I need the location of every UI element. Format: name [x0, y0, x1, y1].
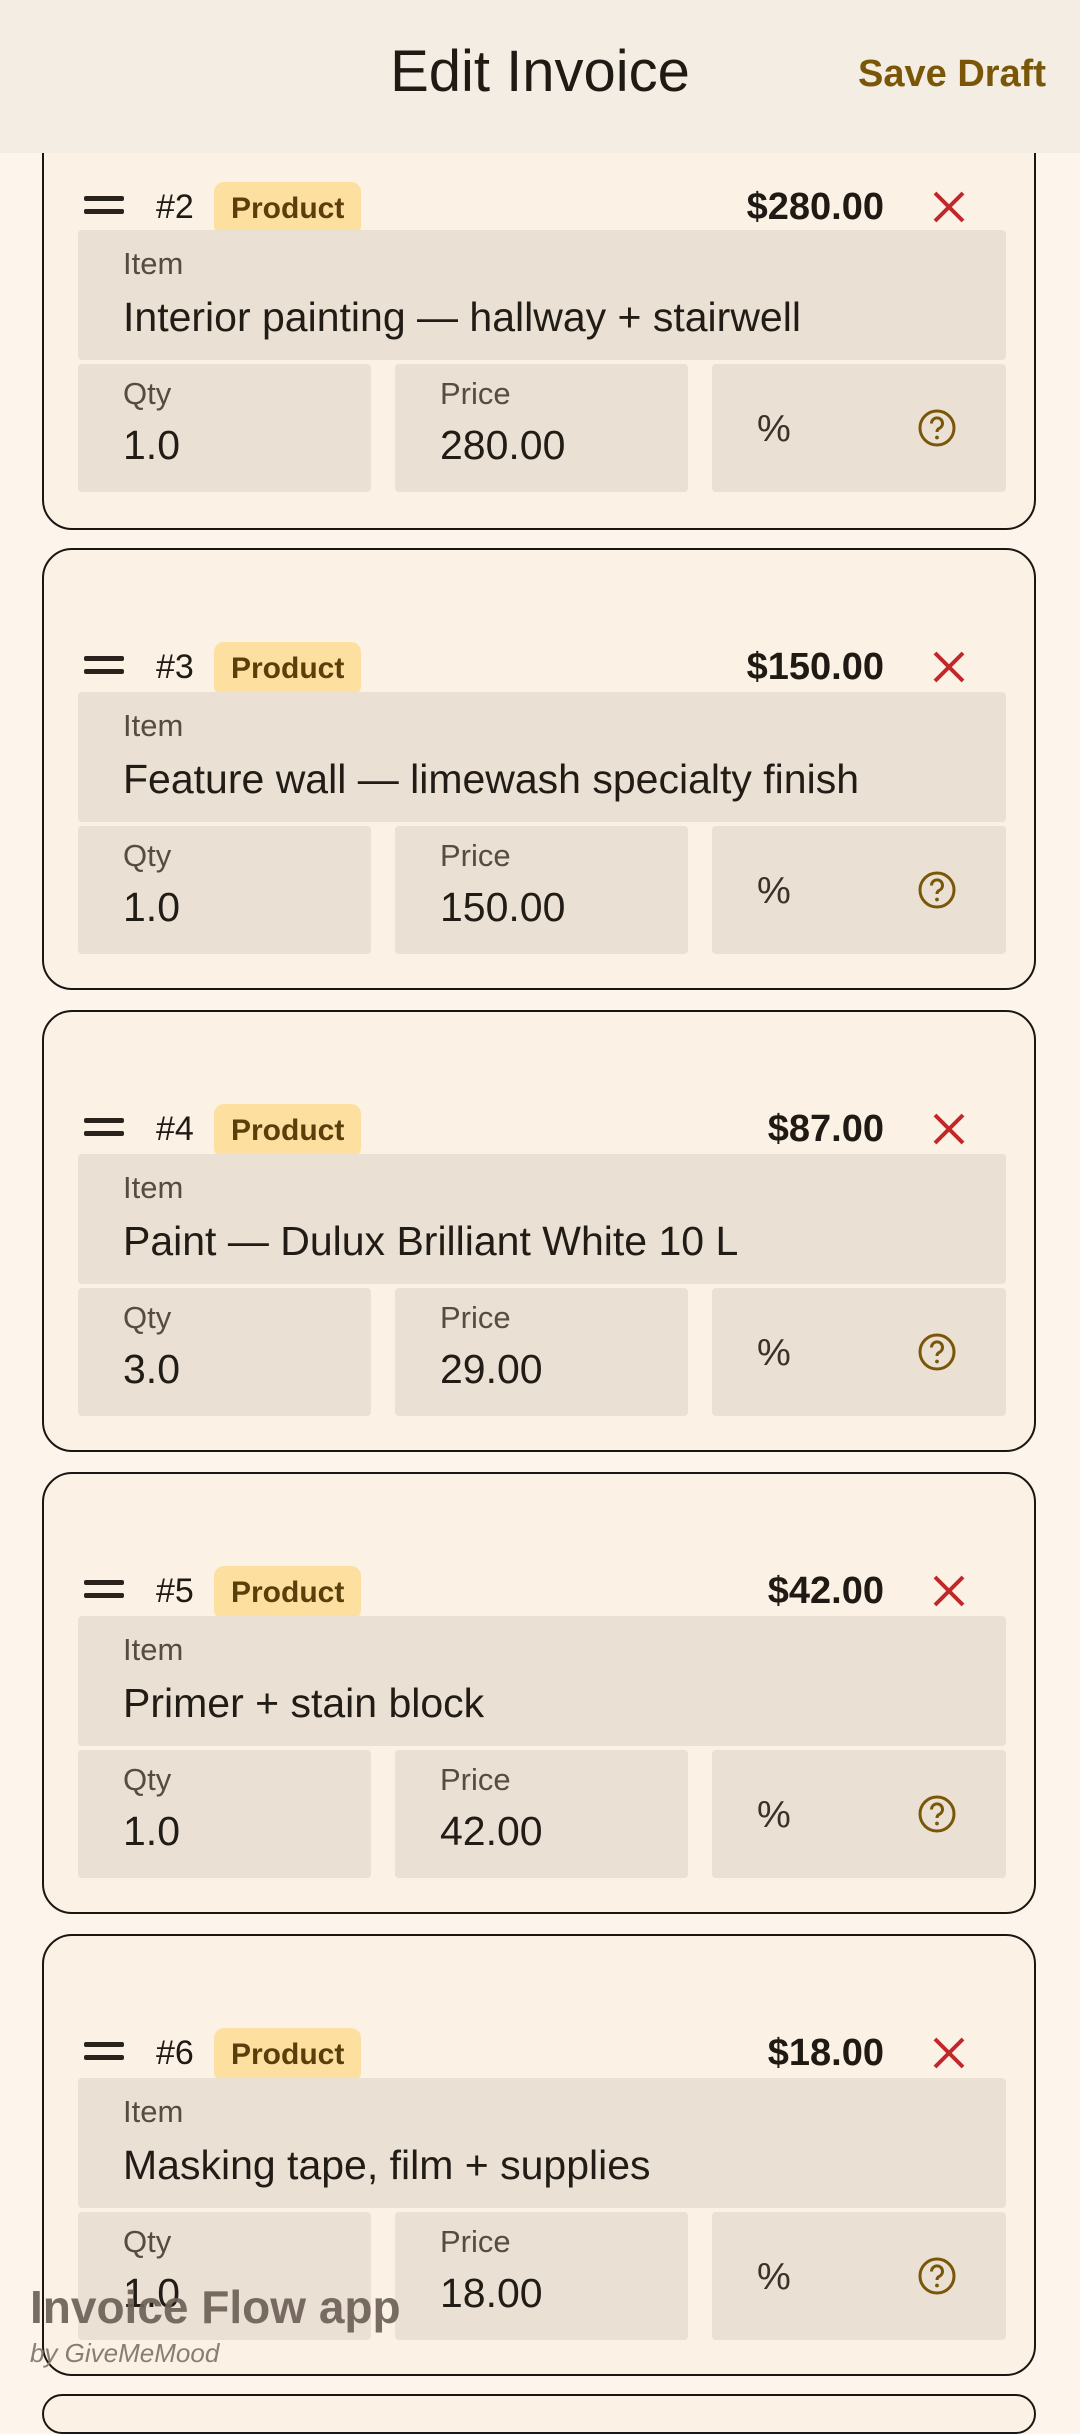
- line-item-number: #6: [156, 2034, 194, 2072]
- quantity-field[interactable]: Qty 1.0: [78, 364, 371, 492]
- item-type-badge: Product: [214, 1566, 362, 1620]
- percent-label: %: [757, 870, 791, 912]
- line-item-total: $87.00: [767, 1108, 884, 1150]
- line-item-total: $18.00: [767, 2032, 884, 2074]
- line-item-total: $42.00: [767, 1570, 884, 1612]
- price-field-label: Price: [440, 1300, 511, 1335]
- line-item-number: #2: [156, 188, 194, 226]
- item-field-value: Paint — Dulux Brilliant White 10 L: [123, 1218, 739, 1264]
- price-field[interactable]: Price 18.00: [395, 2212, 688, 2340]
- drag-handle-icon[interactable]: [84, 656, 124, 678]
- item-field-value: Masking tape, film + supplies: [123, 2142, 651, 2188]
- line-item-card: #4 Product $87.00 Item Paint — Dulux Bri…: [42, 1010, 1036, 1452]
- qty-field-label: Qty: [123, 838, 172, 873]
- price-field-value: 42.00: [440, 1808, 543, 1854]
- close-icon[interactable]: [930, 648, 968, 686]
- price-field-value: 18.00: [440, 2270, 543, 2316]
- line-item-total: $280.00: [746, 186, 884, 228]
- price-field-label: Price: [440, 1762, 511, 1797]
- price-field[interactable]: Price 280.00: [395, 364, 688, 492]
- discount-percent-field[interactable]: %: [712, 364, 1006, 492]
- save-draft-button[interactable]: Save Draft: [858, 53, 1046, 96]
- qty-field-label: Qty: [123, 376, 172, 411]
- item-field-label: Item: [123, 246, 184, 281]
- app-watermark: Invoice Flow app by GiveMeMood: [30, 2280, 401, 2369]
- item-field-label: Item: [123, 2094, 184, 2129]
- discount-percent-field[interactable]: %: [712, 1288, 1006, 1416]
- item-type-badge: Product: [214, 642, 362, 696]
- item-field-value: Primer + stain block: [123, 1680, 485, 1726]
- line-item-card-partial: [42, 2394, 1036, 2434]
- line-item-number: #5: [156, 1572, 194, 1610]
- close-icon[interactable]: [930, 188, 968, 226]
- item-field-label: Item: [123, 708, 184, 743]
- help-circle-icon[interactable]: [917, 1794, 957, 1834]
- item-field-label: Item: [123, 1632, 184, 1667]
- price-field-value: 150.00: [440, 884, 566, 930]
- drag-handle-icon[interactable]: [84, 1118, 124, 1140]
- drag-handle-icon[interactable]: [84, 2042, 124, 2064]
- help-circle-icon[interactable]: [917, 870, 957, 910]
- watermark-subtitle: by GiveMeMood: [30, 2338, 220, 2368]
- help-circle-icon[interactable]: [917, 408, 957, 448]
- qty-field-value: 1.0: [123, 884, 180, 930]
- item-description-field[interactable]: Item Paint — Dulux Brilliant White 10 L: [78, 1154, 1006, 1284]
- percent-label: %: [757, 1332, 791, 1374]
- quantity-field[interactable]: Qty 3.0: [78, 1288, 371, 1416]
- item-description-field[interactable]: Item Primer + stain block: [78, 1616, 1006, 1746]
- item-description-field[interactable]: Item Feature wall — limewash specialty f…: [78, 692, 1006, 822]
- line-item-number: #4: [156, 1110, 194, 1148]
- price-field-value: 29.00: [440, 1346, 543, 1392]
- line-item-card: #5 Product $42.00 Item Primer + stain bl…: [42, 1472, 1036, 1914]
- watermark-title: Invoice Flow app: [30, 2281, 401, 2333]
- qty-field-value: 1.0: [123, 422, 180, 468]
- drag-handle-icon[interactable]: [84, 1580, 124, 1602]
- item-type-badge: Product: [214, 1104, 362, 1158]
- line-item-card: #3 Product $150.00 Item Feature wall — l…: [42, 548, 1036, 990]
- help-circle-icon[interactable]: [917, 1332, 957, 1372]
- discount-percent-field[interactable]: %: [712, 1750, 1006, 1878]
- item-field-label: Item: [123, 1170, 184, 1205]
- percent-label: %: [757, 2256, 791, 2298]
- price-field-label: Price: [440, 2224, 511, 2259]
- qty-field-label: Qty: [123, 1300, 172, 1335]
- price-field-label: Price: [440, 376, 511, 411]
- close-icon[interactable]: [930, 2034, 968, 2072]
- line-item-card: #2 Product $280.00 Item Interior paintin…: [42, 88, 1036, 530]
- qty-field-value: 3.0: [123, 1346, 180, 1392]
- qty-field-label: Qty: [123, 2224, 172, 2259]
- line-item-total: $150.00: [746, 646, 884, 688]
- price-field[interactable]: Price 42.00: [395, 1750, 688, 1878]
- qty-field-label: Qty: [123, 1762, 172, 1797]
- close-icon[interactable]: [930, 1572, 968, 1610]
- item-description-field[interactable]: Item Interior painting — hallway + stair…: [78, 230, 1006, 360]
- price-field[interactable]: Price 29.00: [395, 1288, 688, 1416]
- close-icon[interactable]: [930, 1110, 968, 1148]
- price-field-label: Price: [440, 838, 511, 873]
- item-field-value: Interior painting — hallway + stairwell: [123, 294, 801, 340]
- item-type-badge: Product: [214, 182, 362, 236]
- line-item-number: #3: [156, 648, 194, 686]
- quantity-field[interactable]: Qty 1.0: [78, 826, 371, 954]
- quantity-field[interactable]: Qty 1.0: [78, 1750, 371, 1878]
- percent-label: %: [757, 408, 791, 450]
- price-field[interactable]: Price 150.00: [395, 826, 688, 954]
- drag-handle-icon[interactable]: [84, 196, 124, 218]
- help-circle-icon[interactable]: [917, 2256, 957, 2296]
- qty-field-value: 1.0: [123, 1808, 180, 1854]
- price-field-value: 280.00: [440, 422, 566, 468]
- app-bar: Edit Invoice Save Draft: [0, 0, 1080, 153]
- percent-label: %: [757, 1794, 791, 1836]
- item-field-value: Feature wall — limewash specialty finish: [123, 756, 859, 802]
- item-description-field[interactable]: Item Masking tape, film + supplies: [78, 2078, 1006, 2208]
- discount-percent-field[interactable]: %: [712, 826, 1006, 954]
- item-type-badge: Product: [214, 2028, 362, 2082]
- discount-percent-field[interactable]: %: [712, 2212, 1006, 2340]
